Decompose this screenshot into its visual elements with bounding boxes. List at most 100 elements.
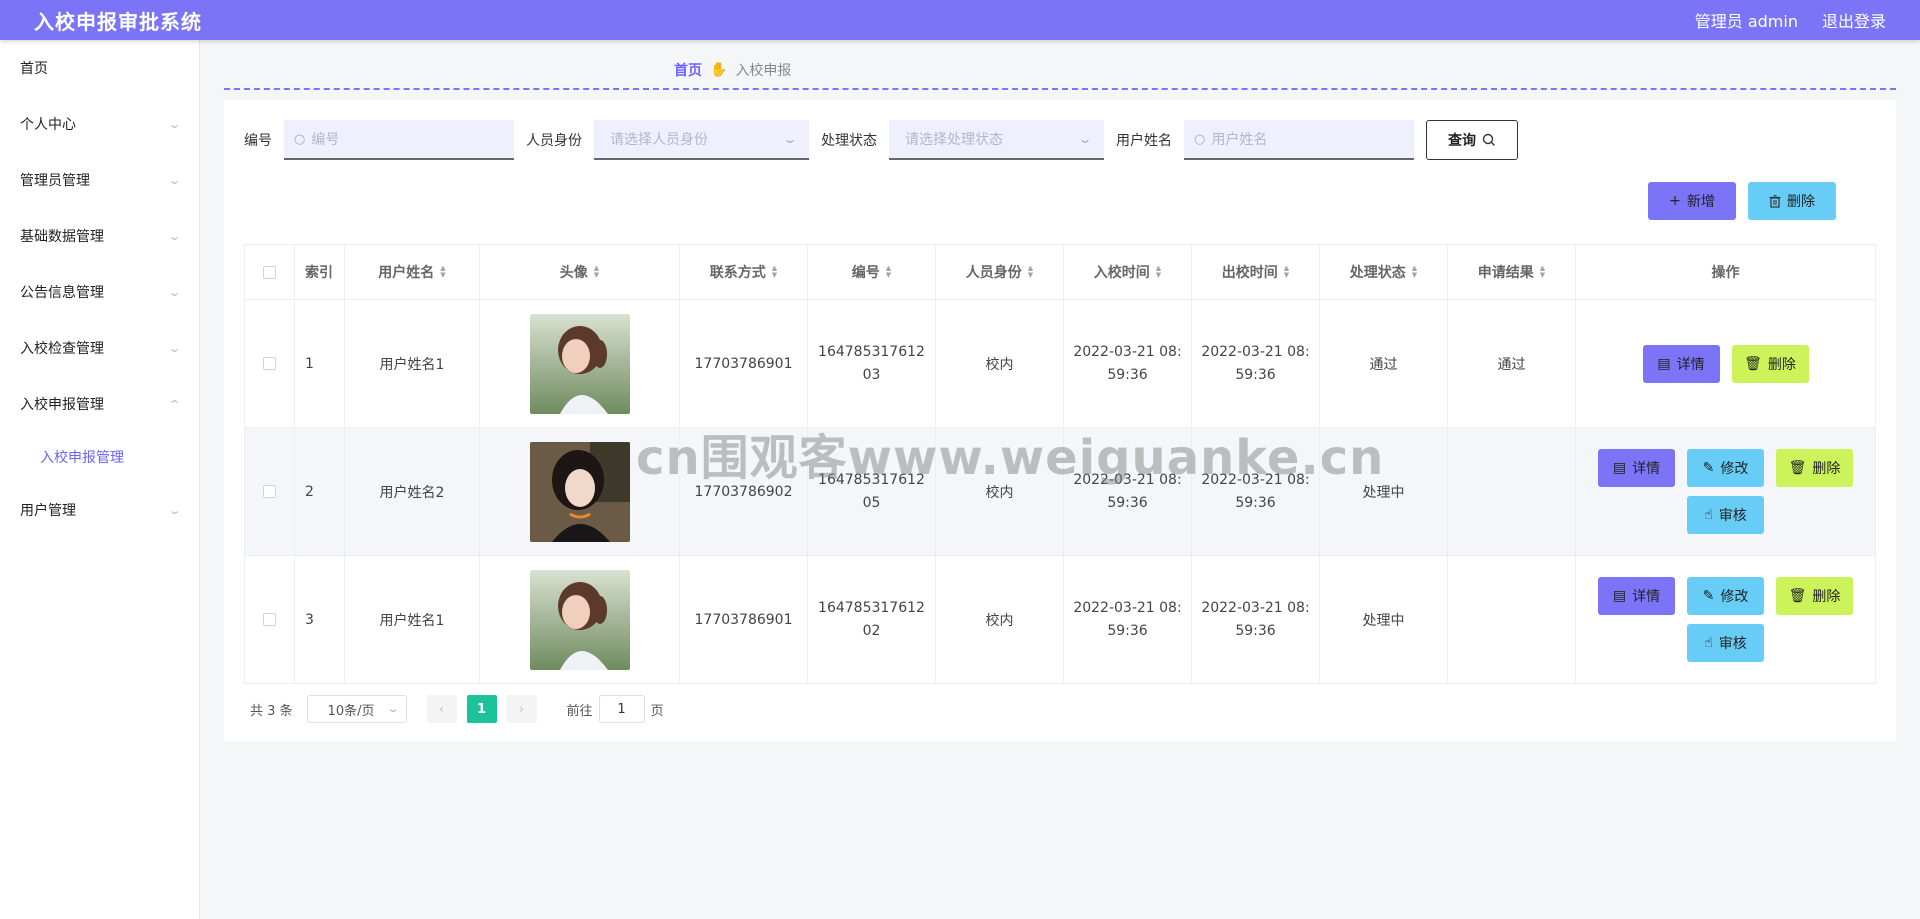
detail-label: 详情	[1676, 356, 1705, 373]
sidebar-item-notices[interactable]: 公告信息管理 ⌄	[0, 264, 199, 320]
detail-button[interactable]: ▤ 详情	[1598, 577, 1675, 615]
name-input[interactable]: ○ 用户姓名	[1184, 120, 1414, 160]
actions-cell: ▤ 详情 ✎ 修改 🗑 删除 ☝ 审核	[1576, 556, 1875, 683]
code-value: 16478531761202	[818, 599, 925, 639]
column-header-in-time[interactable]: 入校时间 ▲ ▼	[1064, 245, 1192, 299]
in-time-cell: 2022-03-21 08:59:36	[1064, 428, 1192, 555]
hand-icon: ✋	[710, 62, 728, 78]
row-checkbox[interactable]	[263, 485, 276, 498]
sidebar-item-admins[interactable]: 管理员管理 ⌄	[0, 152, 199, 208]
sidebar-item-home[interactable]: 首页	[0, 40, 199, 96]
audit-label: 审核	[1718, 636, 1747, 652]
sort-icon[interactable]: ▲ ▼	[440, 265, 445, 279]
page-number-current[interactable]: 1	[466, 695, 497, 723]
out-time-cell: 2022-03-21 08:59:36	[1192, 300, 1320, 427]
sidebar-item-users[interactable]: 用户管理 ⌄	[0, 482, 199, 538]
sort-icon[interactable]: ▲ ▼	[886, 265, 891, 279]
delete-label: 删除	[1787, 194, 1815, 210]
chevron-up-icon: ⌃	[167, 397, 182, 411]
sort-icon[interactable]: ▲ ▼	[1540, 265, 1545, 279]
detail-button[interactable]: ▤ 详情	[1598, 449, 1675, 487]
batch-delete-button[interactable]: 删除	[1748, 182, 1836, 220]
column-header-actions: 操作	[1576, 245, 1875, 299]
sidebar-item-entry-check[interactable]: 入校检查管理 ⌄	[0, 320, 199, 376]
header-user-area: 管理员 admin 退出登录	[1695, 8, 1886, 32]
sort-icon[interactable]: ▲ ▼	[1412, 265, 1417, 279]
logout-link[interactable]: 退出登录	[1822, 8, 1886, 32]
row-checkbox[interactable]	[263, 613, 276, 626]
edit-label: 修改	[1720, 589, 1749, 605]
sort-icon[interactable]: ▲ ▼	[772, 265, 777, 279]
edit-button[interactable]: ✎ 修改	[1687, 449, 1764, 487]
delete-button[interactable]: 🗑 删除	[1731, 344, 1809, 383]
header-label: 头像	[559, 265, 588, 281]
search-icon: ○	[294, 131, 306, 147]
phone-cell: 17703786902	[680, 428, 808, 555]
sort-icon[interactable]: ▲ ▼	[1284, 265, 1289, 279]
delete-label: 删除	[1812, 589, 1841, 605]
sidebar-subitem-entry-declare[interactable]: 入校申报管理	[0, 432, 199, 482]
header-label: 人员身份	[965, 265, 1022, 281]
current-user-label[interactable]: 管理员 admin	[1695, 8, 1798, 32]
chevron-down-icon: ⌄	[167, 117, 182, 131]
column-header-result[interactable]: 申请结果 ▲ ▼	[1448, 245, 1576, 299]
column-header-out-time[interactable]: 出校时间 ▲ ▼	[1192, 245, 1320, 299]
in-time-cell: 2022-03-21 08:59:36	[1064, 556, 1192, 683]
code-cell: 16478531761203	[808, 300, 936, 427]
audit-button[interactable]: ☝ 审核	[1687, 496, 1764, 534]
goto-page-input[interactable]: 1	[598, 695, 645, 723]
phone-cell: 17703786901	[680, 300, 808, 427]
name-placeholder: 用户姓名	[1211, 132, 1268, 148]
audit-button[interactable]: ☝ 审核	[1687, 624, 1764, 662]
next-page-button[interactable]: ›	[506, 695, 537, 723]
top-header: 入校申报审批系统 管理员 admin 退出登录	[0, 0, 1920, 40]
select-all-checkbox[interactable]	[263, 265, 276, 279]
add-button[interactable]: + 新增	[1648, 182, 1736, 220]
sidebar-item-basic-data[interactable]: 基础数据管理 ⌄	[0, 208, 199, 264]
header-label: 用户姓名	[378, 265, 435, 281]
identity-cell: 校内	[936, 556, 1064, 683]
column-header-status[interactable]: 处理状态 ▲ ▼	[1320, 245, 1448, 299]
code-cell: 16478531761202	[808, 556, 936, 683]
column-header-code[interactable]: 编号 ▲ ▼	[808, 245, 936, 299]
query-button[interactable]: 查询	[1426, 120, 1518, 160]
phone-cell: 17703786901	[680, 556, 808, 683]
status-select[interactable]: 请选择处理状态 ⌄	[889, 120, 1104, 160]
delete-button[interactable]: 🗑 删除	[1776, 577, 1853, 615]
column-header-phone[interactable]: 联系方式 ▲ ▼	[680, 245, 808, 299]
header-label: 编号	[851, 265, 880, 281]
index-cell: 3	[295, 556, 345, 683]
delete-button[interactable]: 🗑 删除	[1776, 449, 1853, 487]
prev-page-button[interactable]: ‹	[426, 695, 457, 723]
column-header-identity[interactable]: 人员身份 ▲ ▼	[936, 245, 1064, 299]
avatar-cell	[480, 428, 680, 555]
out-time-value: 2022-03-21 08:59:36	[1201, 343, 1310, 383]
sidebar-item-entry-declare[interactable]: 入校申报管理 ⌃	[0, 376, 199, 432]
sidebar-item-profile[interactable]: 个人中心 ⌄	[0, 96, 199, 152]
out-time-cell: 2022-03-21 08:59:36	[1192, 428, 1320, 555]
code-input[interactable]: ○ 编号	[284, 120, 514, 160]
sidebar-item-label: 用户管理	[20, 503, 76, 519]
edit-label: 修改	[1720, 461, 1749, 477]
in-time-value: 2022-03-21 08:59:36	[1073, 599, 1182, 639]
delete-label: 删除	[1812, 461, 1841, 477]
identity-select[interactable]: 请选择人员身份 ⌄	[594, 120, 809, 160]
edit-button[interactable]: ✎ 修改	[1687, 577, 1764, 615]
identity-cell: 校内	[936, 300, 1064, 427]
sidebar-item-label: 基础数据管理	[20, 229, 104, 245]
sort-icon[interactable]: ▲ ▼	[1156, 265, 1161, 279]
sidebar-item-label: 公告信息管理	[20, 285, 104, 301]
avatar-cell	[480, 300, 680, 427]
sort-icon[interactable]: ▲ ▼	[594, 265, 599, 279]
pagination: 共 3 条 10条/页 ⌄ ‹ 1 › 前往 1 页	[250, 695, 664, 723]
sort-icon[interactable]: ▲ ▼	[1028, 265, 1033, 279]
page-size-select[interactable]: 10条/页 ⌄	[306, 695, 407, 723]
chevron-down-icon: ⌄	[782, 132, 798, 146]
avatar	[529, 441, 630, 542]
breadcrumb-home[interactable]: 首页	[674, 60, 702, 80]
row-checkbox[interactable]	[263, 357, 276, 370]
sidebar-item-label: 首页	[20, 61, 48, 77]
column-header-name[interactable]: 用户姓名 ▲ ▼	[345, 245, 480, 299]
column-header-avatar[interactable]: 头像 ▲ ▼	[480, 245, 680, 299]
detail-button[interactable]: ▤ 详情	[1642, 344, 1720, 383]
